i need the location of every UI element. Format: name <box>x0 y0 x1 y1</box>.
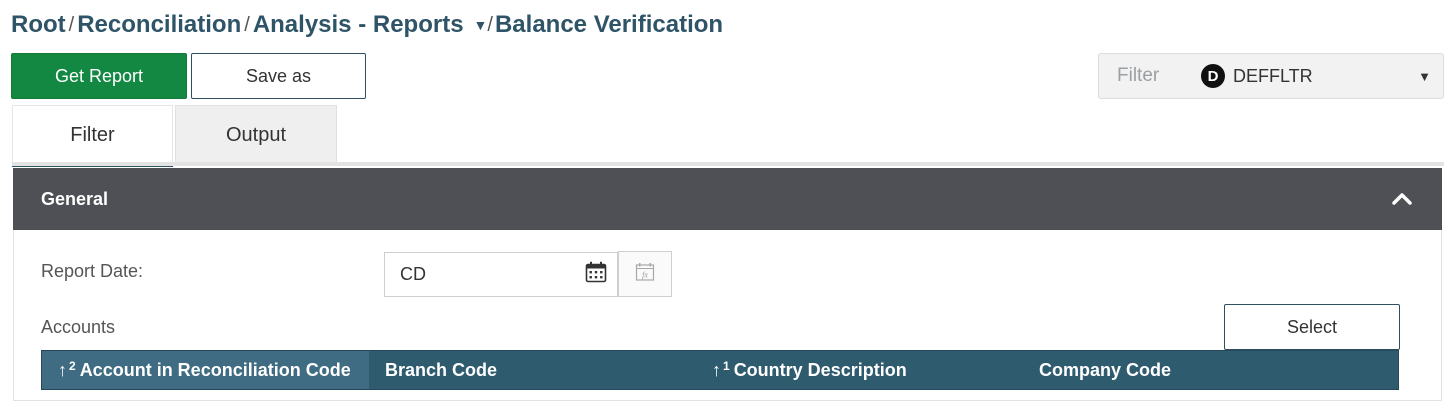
tab-output-label: Output <box>225 123 287 146</box>
report-date-label: Report Date: <box>41 261 144 281</box>
breadcrumb-separator: / <box>244 13 250 36</box>
accounts-grid-header: ↑ 2 Account in Reconciliation Code Branch … <box>41 350 1399 390</box>
function-button[interactable]: fx <box>618 251 672 297</box>
chevron-down-icon[interactable]: ▼ <box>474 17 488 33</box>
chevron-down-icon[interactable]: ▼ <box>1418 69 1431 84</box>
function-icon: fx <box>635 262 655 287</box>
calendar-icon[interactable] <box>585 261 607 288</box>
tab-divider <box>12 162 1444 166</box>
column-label: Country Description <box>733 359 907 380</box>
get-report-button[interactable]: Get Report <box>11 53 187 99</box>
column-header-branch-code[interactable]: Branch Code <box>369 351 696 389</box>
sort-ascending-icon: ↑ <box>712 359 721 380</box>
column-label: Branch Code <box>385 359 498 380</box>
save-as-button[interactable]: Save as <box>191 53 366 99</box>
breadcrumb-reconciliation[interactable]: Reconciliation <box>77 11 241 39</box>
column-header-country-description[interactable]: ↑ 1 Country Description <box>696 351 1023 389</box>
breadcrumb: Root / Reconciliation / Analysis - Repor… <box>11 8 723 42</box>
sort-order: 1 <box>723 359 730 373</box>
breadcrumb-analysis-reports[interactable]: Analysis - Reports <box>253 11 464 39</box>
tab-filter-label: Filter <box>70 123 115 146</box>
filter-selector[interactable]: Filter D DEFFLTR ▼ <box>1098 53 1444 99</box>
tab-output[interactable]: Output <box>175 105 337 164</box>
column-label: Account in Reconciliation Code <box>79 359 351 380</box>
select-accounts-button[interactable]: Select <box>1224 304 1400 350</box>
filter-selector-label: Filter <box>1117 65 1160 86</box>
breadcrumb-root[interactable]: Root <box>11 11 66 39</box>
svg-text:fx: fx <box>642 270 648 279</box>
sort-order: 2 <box>69 359 76 373</box>
filter-selector-value: DEFFLTR <box>1233 65 1313 86</box>
chevron-up-icon[interactable] <box>1390 187 1414 211</box>
section-header-general[interactable]: General <box>13 168 1442 230</box>
sort-ascending-icon: ↑ <box>58 359 67 380</box>
report-date-value: CD <box>400 264 426 284</box>
filter-selector-dropdown[interactable]: D DEFFLTR ▼ <box>1185 54 1443 98</box>
tab-filter[interactable]: Filter <box>12 105 173 167</box>
column-header-company-code[interactable]: Company Code <box>1023 351 1398 389</box>
filter-type-badge: D <box>1201 64 1225 88</box>
section-title: General <box>41 188 109 209</box>
accounts-label: Accounts <box>41 317 116 337</box>
breadcrumb-current-page: Balance Verification <box>494 11 724 38</box>
breadcrumb-separator: / <box>487 13 493 36</box>
column-header-account-code[interactable]: ↑ 2 Account in Reconciliation Code <box>42 351 369 389</box>
report-date-input[interactable]: CD <box>384 252 618 297</box>
column-label: Company Code <box>1039 359 1172 380</box>
breadcrumb-separator: / <box>68 13 75 36</box>
